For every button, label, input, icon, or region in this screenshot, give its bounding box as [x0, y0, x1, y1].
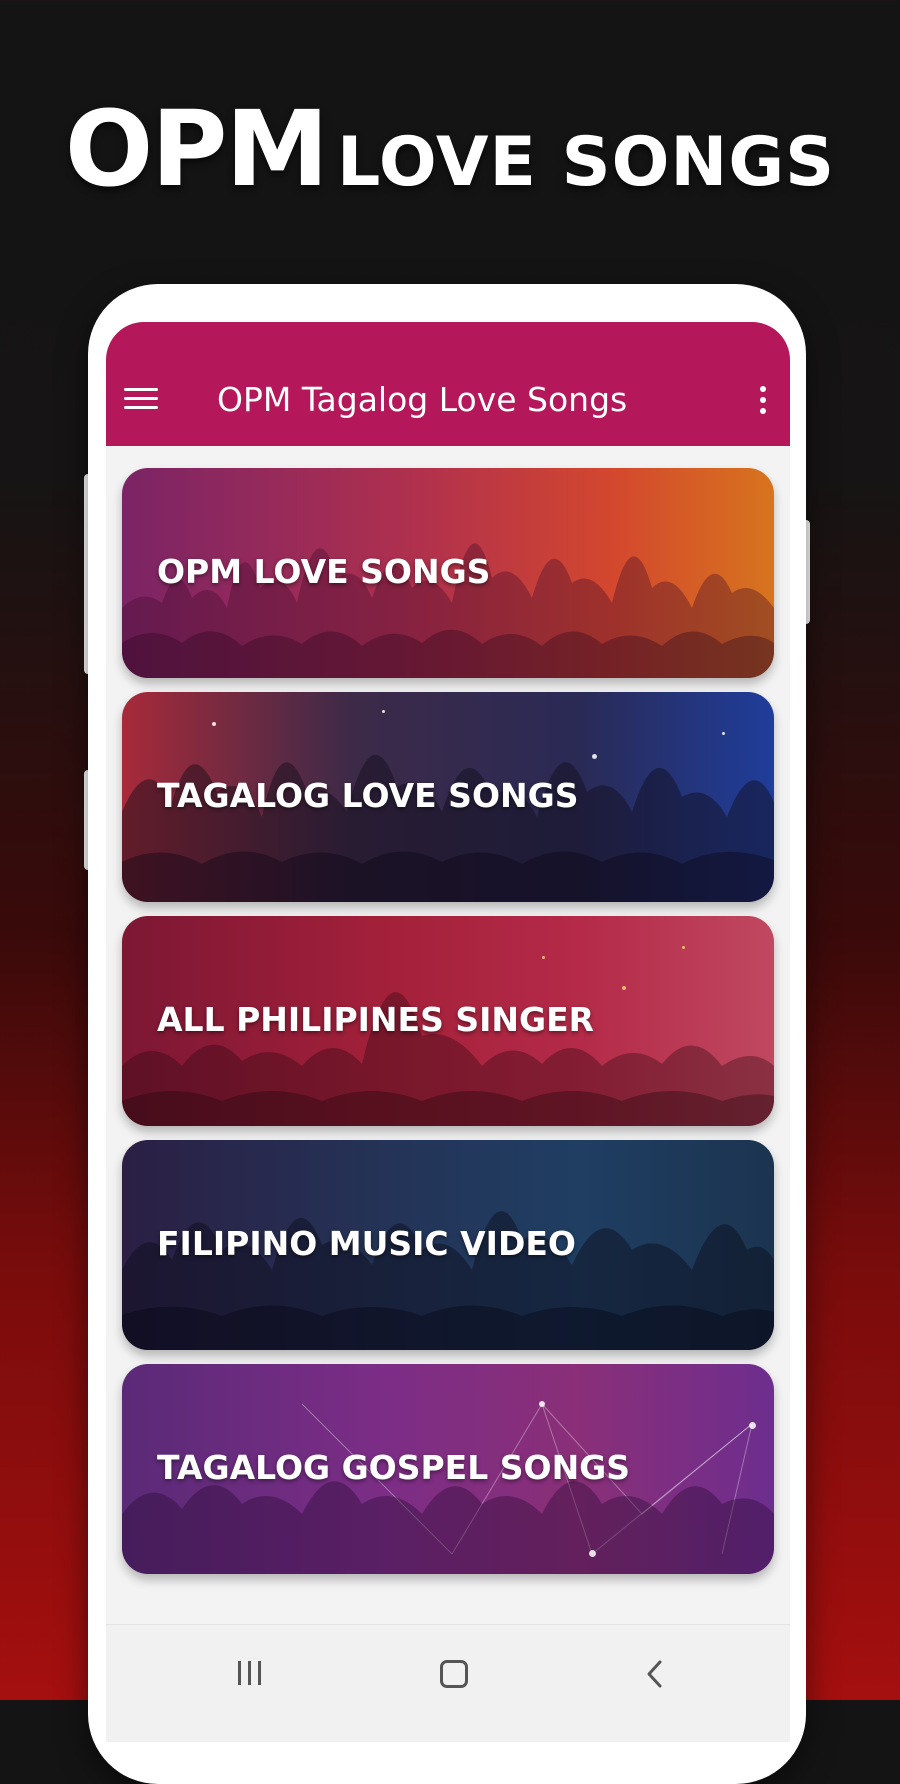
system-navigation-bar: [106, 1624, 790, 1742]
more-vert-icon[interactable]: [758, 384, 768, 416]
category-label: TAGALOG GOSPEL SONGS: [157, 1448, 631, 1487]
category-card-tagalog-gospel-songs[interactable]: TAGALOG GOSPEL SONGS: [122, 1364, 774, 1574]
app-title: OPM Tagalog Love Songs: [217, 380, 628, 419]
recent-apps-icon[interactable]: [236, 1661, 264, 1685]
back-icon[interactable]: [644, 1659, 664, 1689]
home-icon[interactable]: [440, 1660, 468, 1688]
category-label: FILIPINO MUSIC VIDEO: [157, 1224, 576, 1263]
app-screen: OPM Tagalog Love Songs OPM LOVE SONGS TA…: [106, 322, 790, 1742]
category-label: TAGALOG LOVE SONGS: [157, 776, 579, 815]
headline-love-songs: LOVE SONGS: [337, 123, 836, 202]
category-card-tagalog-love-songs[interactable]: TAGALOG LOVE SONGS: [122, 692, 774, 902]
category-card-all-philipines-singer[interactable]: ALL PHILIPINES SINGER: [122, 916, 774, 1126]
category-card-opm-love-songs[interactable]: OPM LOVE SONGS: [122, 468, 774, 678]
headline-opm: OPM: [64, 88, 329, 210]
app-bar: OPM Tagalog Love Songs: [106, 322, 790, 446]
category-label: OPM LOVE SONGS: [157, 552, 491, 591]
category-label: ALL PHILIPINES SINGER: [157, 1000, 595, 1039]
category-card-filipino-music-video[interactable]: FILIPINO MUSIC VIDEO: [122, 1140, 774, 1350]
promo-headline: OPM LOVE SONGS: [0, 88, 900, 210]
hamburger-menu-icon[interactable]: [124, 386, 158, 412]
